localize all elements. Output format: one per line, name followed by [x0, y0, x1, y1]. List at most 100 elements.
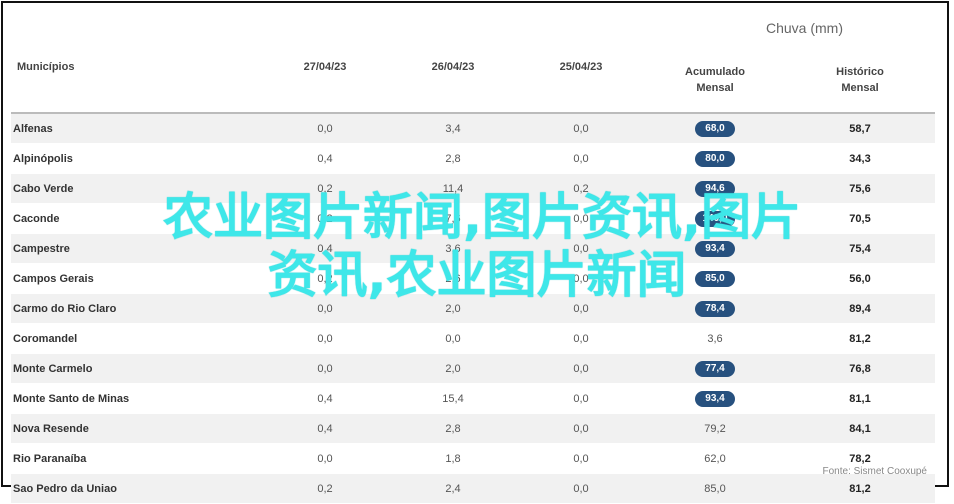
table-row: Rio Paranaíba 0,0 1,8 0,0 62,0 78,2 — [11, 443, 935, 474]
table-body: Alfenas 0,0 3,4 0,0 68,0 58,7 Alpinópolis 0,4 2,… — [11, 113, 935, 504]
cell-date-2: 7,6 — [389, 203, 517, 234]
acumulado-badge: 77,4 — [695, 360, 735, 377]
cell-historico: 84,1 — [785, 413, 935, 444]
header-acumulado-line1: Acumulado — [685, 65, 745, 78]
cell-municipio: Alpinópolis — [11, 143, 261, 174]
table-row: Sao Pedro da Uniao 0,2 2,4 0,0 85,0 81,2 — [11, 473, 935, 504]
cell-date-3: 0,0 — [517, 353, 645, 384]
cell-municipio: Cabo Verde — [11, 173, 261, 204]
acumulado-badge: 80,0 — [695, 150, 735, 167]
cell-date-2: 11,4 — [389, 173, 517, 204]
header-historico[interactable]: Histórico Mensal — [785, 47, 935, 114]
table-card: Chuva (mm) Municípios 27/04/23 26/04/23 … — [1, 1, 949, 504]
rainfall-table-wrap: Municípios 27/04/23 26/04/23 25/04/23 Ac… — [11, 47, 935, 504]
cell-date-2: 2,6 — [389, 263, 517, 294]
rainfall-table: Municípios 27/04/23 26/04/23 25/04/23 Ac… — [11, 47, 935, 504]
table-row: Caconde 0,2 7,6 0,0 140,0 70,5 — [11, 203, 935, 234]
cell-acumulado: 3,6 — [645, 323, 785, 354]
header-date-1[interactable]: 27/04/23 — [261, 47, 389, 114]
acumulado-badge: 93,4 — [695, 390, 735, 407]
cell-date-1: 0,4 — [261, 233, 389, 264]
table-row: Nova Resende 0,4 2,8 0,0 79,2 84,1 — [11, 413, 935, 444]
cell-municipio: Coromandel — [11, 323, 261, 354]
header-acumulado[interactable]: Acumulado Mensal — [645, 47, 785, 114]
cell-date-3: 0,0 — [517, 443, 645, 474]
cell-municipio: Rio Paranaíba — [11, 443, 261, 474]
table-row: Alfenas 0,0 3,4 0,0 68,0 58,7 — [11, 113, 935, 144]
acumulado-badge: 78,4 — [695, 300, 735, 317]
cell-date-1: 0,0 — [261, 353, 389, 384]
table-row: Cabo Verde 0,2 11,4 0,2 94,6 75,6 — [11, 173, 935, 204]
cell-historico: 81,2 — [785, 473, 935, 504]
cell-municipio: Caconde — [11, 203, 261, 234]
cell-date-1: 0,2 — [261, 263, 389, 294]
cell-acumulado: 68,0 — [645, 113, 785, 144]
cell-date-3: 0,0 — [517, 203, 645, 234]
cell-date-3: 0,0 — [517, 473, 645, 504]
cell-historico: 75,4 — [785, 233, 935, 264]
cell-municipio: Carmo do Rio Claro — [11, 293, 261, 324]
cell-historico: 76,8 — [785, 353, 935, 384]
cell-date-1: 0,4 — [261, 143, 389, 174]
cell-historico: 81,2 — [785, 323, 935, 354]
cell-date-3: 0,0 — [517, 113, 645, 144]
cell-historico: 70,5 — [785, 203, 935, 234]
cell-date-2: 0,0 — [389, 323, 517, 354]
header-date-2[interactable]: 26/04/23 — [389, 47, 517, 114]
cell-date-3: 0,2 — [517, 173, 645, 204]
cell-date-2: 2,8 — [389, 143, 517, 174]
cell-date-3: 0,0 — [517, 293, 645, 324]
cell-date-3: 0,0 — [517, 413, 645, 444]
cell-municipio: Alfenas — [11, 113, 261, 144]
cell-date-1: 0,2 — [261, 473, 389, 504]
cell-date-2: 15,4 — [389, 383, 517, 414]
cell-date-1: 0,2 — [261, 173, 389, 204]
header-date-3[interactable]: 25/04/23 — [517, 47, 645, 114]
cell-date-3: 0,0 — [517, 383, 645, 414]
cell-date-2: 3,6 — [389, 233, 517, 264]
cell-acumulado: 93,4 — [645, 383, 785, 414]
cell-acumulado: 78,4 — [645, 293, 785, 324]
cell-municipio: Monte Santo de Minas — [11, 383, 261, 414]
cell-date-1: 0,0 — [261, 443, 389, 474]
source-note: Fonte: Sismet Cooxupé — [822, 466, 928, 477]
cell-date-1: 0,0 — [261, 323, 389, 354]
cell-acumulado: 77,4 — [645, 353, 785, 384]
table-row: Carmo do Rio Claro 0,0 2,0 0,0 78,4 89,4 — [11, 293, 935, 324]
cell-date-1: 0,4 — [261, 413, 389, 444]
table-row: Alpinópolis 0,4 2,8 0,0 80,0 34,3 — [11, 143, 935, 174]
cell-municipio: Campos Gerais — [11, 263, 261, 294]
cell-historico: 75,6 — [785, 173, 935, 204]
cell-municipio: Campestre — [11, 233, 261, 264]
header-historico-line2: Mensal — [841, 81, 879, 94]
table-row: Campestre 0,4 3,6 0,0 93,4 75,4 — [11, 233, 935, 264]
cell-date-2: 2,8 — [389, 413, 517, 444]
cell-acumulado: 80,0 — [645, 143, 785, 174]
acumulado-badge: 93,4 — [695, 240, 735, 257]
table-row: Monte Carmelo 0,0 2,0 0,0 77,4 76,8 — [11, 353, 935, 384]
acumulado-badge: 94,6 — [695, 180, 735, 197]
cell-historico: 81,1 — [785, 383, 935, 414]
cell-acumulado: 79,2 — [645, 413, 785, 444]
cell-date-3: 0,0 — [517, 263, 645, 294]
cell-acumulado: 62,0 — [645, 443, 785, 474]
acumulado-badge: 85,0 — [695, 270, 735, 287]
cell-historico: 34,3 — [785, 143, 935, 174]
cell-date-2: 2,0 — [389, 353, 517, 384]
cell-municipio: Nova Resende — [11, 413, 261, 444]
header-acumulado-line2: Mensal — [696, 81, 734, 94]
table-header-row: Municípios 27/04/23 26/04/23 25/04/23 Ac… — [11, 47, 935, 114]
cell-date-2: 3,4 — [389, 113, 517, 144]
table-row: Coromandel 0,0 0,0 0,0 3,6 81,2 — [11, 323, 935, 354]
cell-municipio: Monte Carmelo — [11, 353, 261, 384]
header-municipios[interactable]: Municípios — [11, 47, 261, 114]
cell-acumulado: 93,4 — [645, 233, 785, 264]
cell-historico: 58,7 — [785, 113, 935, 144]
cell-date-1: 0,4 — [261, 383, 389, 414]
cell-date-3: 0,0 — [517, 233, 645, 264]
cell-historico: 89,4 — [785, 293, 935, 324]
cell-municipio: Sao Pedro da Uniao — [11, 473, 261, 504]
acumulado-badge: 68,0 — [695, 120, 735, 137]
header-historico-line1: Histórico — [836, 65, 884, 78]
cell-date-1: 0,0 — [261, 113, 389, 144]
